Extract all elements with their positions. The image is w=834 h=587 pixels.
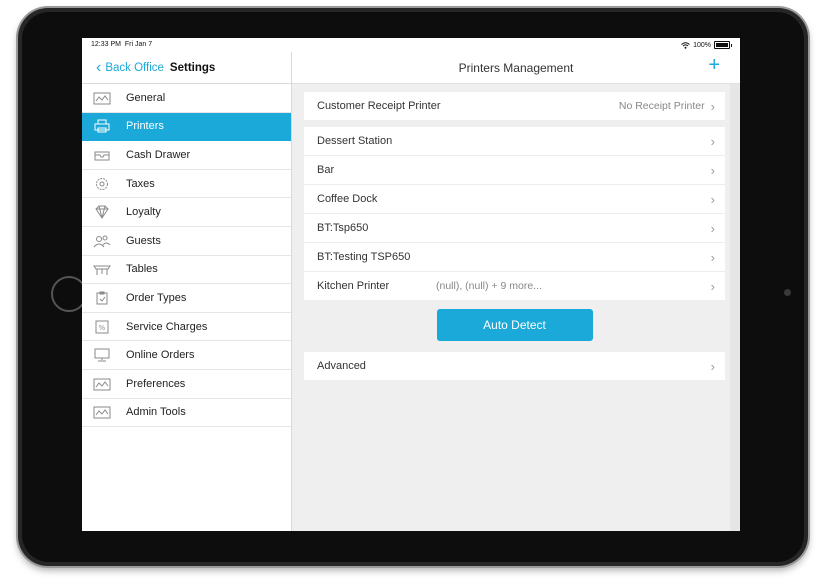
sidebar-item-label: Loyalty xyxy=(126,206,161,219)
sidebar-item-printers[interactable]: Printers xyxy=(82,112,291,142)
printer-name: Coffee Dock xyxy=(317,193,378,205)
advanced-section: Advanced › xyxy=(304,352,725,380)
printer-row[interactable]: Bar › xyxy=(304,156,725,185)
taxes-icon xyxy=(93,177,111,191)
chevron-right-icon: › xyxy=(710,249,715,265)
printer-row[interactable]: Dessert Station › xyxy=(304,127,725,156)
preferences-icon xyxy=(93,377,111,391)
row-label: Customer Receipt Printer xyxy=(317,100,441,112)
screen: 12:33 PM Fri Jan 7 100% ‹ Back Office Se… xyxy=(82,38,740,531)
status-time-text: 12:33 PM xyxy=(91,41,121,48)
printer-name: Kitchen Printer xyxy=(317,280,390,292)
customer-receipt-printer-row[interactable]: Customer Receipt Printer No Receipt Prin… xyxy=(304,92,725,120)
printer-icon xyxy=(93,119,111,133)
main-panel: Printers Management + Customer Receipt P… xyxy=(292,52,740,531)
chevron-right-icon: › xyxy=(710,162,715,178)
sidebar-item-order-types[interactable]: Order Types xyxy=(82,284,291,313)
printer-list: Dessert Station › Bar › Coffee Dock › BT:Tsp65… xyxy=(304,127,725,300)
printers-content: Customer Receipt Printer No Receipt Prin… xyxy=(304,92,725,387)
back-office-label: Back Office xyxy=(105,61,164,74)
printer-row[interactable]: BT:Tsp650 › xyxy=(304,214,725,243)
settings-title: Settings xyxy=(169,61,216,74)
table-icon xyxy=(93,262,111,276)
chevron-right-icon: › xyxy=(710,191,715,207)
sidebar-item-label: General xyxy=(126,91,166,104)
scroll-track xyxy=(730,84,740,531)
printer-name: BT:Tsp650 xyxy=(317,222,369,234)
row-label: Advanced xyxy=(317,360,366,372)
chevron-right-icon: › xyxy=(710,133,715,149)
sidebar: ‹ Back Office Settings General Printers Ca… xyxy=(82,52,292,531)
wifi-icon xyxy=(681,41,690,49)
sidebar-item-label: Cash Drawer xyxy=(126,148,191,161)
admin-tools-icon xyxy=(93,405,111,419)
sidebar-item-cash-drawer[interactable]: Cash Drawer xyxy=(82,141,291,170)
printer-name: Bar xyxy=(317,164,335,176)
chevron-right-icon: › xyxy=(710,98,715,114)
sidebar-item-admin-tools[interactable]: Admin Tools xyxy=(82,399,291,428)
sidebar-item-label: Admin Tools xyxy=(126,406,186,419)
main-header: Printers Management + xyxy=(292,52,740,84)
chevron-left-icon: ‹ xyxy=(96,59,102,76)
sidebar-item-tables[interactable]: Tables xyxy=(82,256,291,285)
svg-text:%: % xyxy=(99,324,106,332)
printer-row[interactable]: BT:Testing TSP650 › xyxy=(304,243,725,272)
percent-icon: % xyxy=(93,320,111,334)
diamond-icon xyxy=(93,205,111,220)
sidebar-item-label: Order Types xyxy=(126,291,187,304)
sidebar-item-guests[interactable]: Guests xyxy=(82,227,291,256)
printer-categories: (null), (null) + 9 more... xyxy=(436,280,542,292)
cash-drawer-icon xyxy=(93,148,111,162)
sidebar-item-service-charges[interactable]: % Service Charges xyxy=(82,313,291,342)
auto-detect-wrap: Auto Detect xyxy=(304,303,725,346)
back-office-button[interactable]: ‹ Back Office xyxy=(96,59,164,76)
sidebar-item-label: Preferences xyxy=(126,377,186,390)
sidebar-item-label: Tables xyxy=(126,263,158,276)
clipboard-icon xyxy=(93,291,111,305)
auto-detect-button[interactable]: Auto Detect xyxy=(436,308,593,341)
sidebar-item-taxes[interactable]: Taxes xyxy=(82,170,291,199)
guests-icon xyxy=(93,234,111,248)
sidebar-item-label: Taxes xyxy=(126,177,155,190)
status-date-text: Fri Jan 7 xyxy=(124,41,153,48)
page-title: Printers Management xyxy=(458,61,574,75)
add-printer-button[interactable]: + xyxy=(708,55,720,75)
battery-tip xyxy=(731,43,732,47)
sidebar-item-general[interactable]: General xyxy=(82,84,291,113)
status-bar: 12:33 PM Fri Jan 7 100% xyxy=(82,38,740,52)
battery-icon xyxy=(714,41,730,49)
sidebar-item-online-orders[interactable]: Online Orders xyxy=(82,341,291,370)
row-value: No Receipt Printer xyxy=(618,100,705,112)
sidebar-item-label: Online Orders xyxy=(126,349,195,362)
receipt-section: Customer Receipt Printer No Receipt Prin… xyxy=(304,92,725,120)
sidebar-header: ‹ Back Office Settings xyxy=(82,52,291,84)
general-icon xyxy=(93,91,111,105)
status-indicators: 100% xyxy=(681,41,732,49)
status-time: 12:33 PM Fri Jan 7 xyxy=(91,41,152,48)
advanced-row[interactable]: Advanced › xyxy=(304,352,725,380)
printer-name: Dessert Station xyxy=(317,135,393,147)
chevron-right-icon: › xyxy=(710,358,715,374)
chevron-right-icon: › xyxy=(710,278,715,294)
monitor-icon xyxy=(93,348,111,362)
sidebar-item-label: Guests xyxy=(126,234,161,247)
printer-name: BT:Testing TSP650 xyxy=(317,251,411,263)
camera xyxy=(784,289,791,296)
chevron-right-icon: › xyxy=(710,220,715,236)
sidebar-item-label: Printers xyxy=(126,120,164,133)
sidebar-item-label: Service Charges xyxy=(126,320,208,333)
sidebar-menu: General Printers Cash Drawer Taxes Loyalty Gu… xyxy=(82,84,291,428)
printer-row[interactable]: Kitchen Printer (null), (null) + 9 more..… xyxy=(304,272,725,300)
sidebar-item-loyalty[interactable]: Loyalty xyxy=(82,198,291,227)
battery-percent: 100% xyxy=(693,41,711,49)
sidebar-item-preferences[interactable]: Preferences xyxy=(82,370,291,399)
printer-row[interactable]: Coffee Dock › xyxy=(304,185,725,214)
